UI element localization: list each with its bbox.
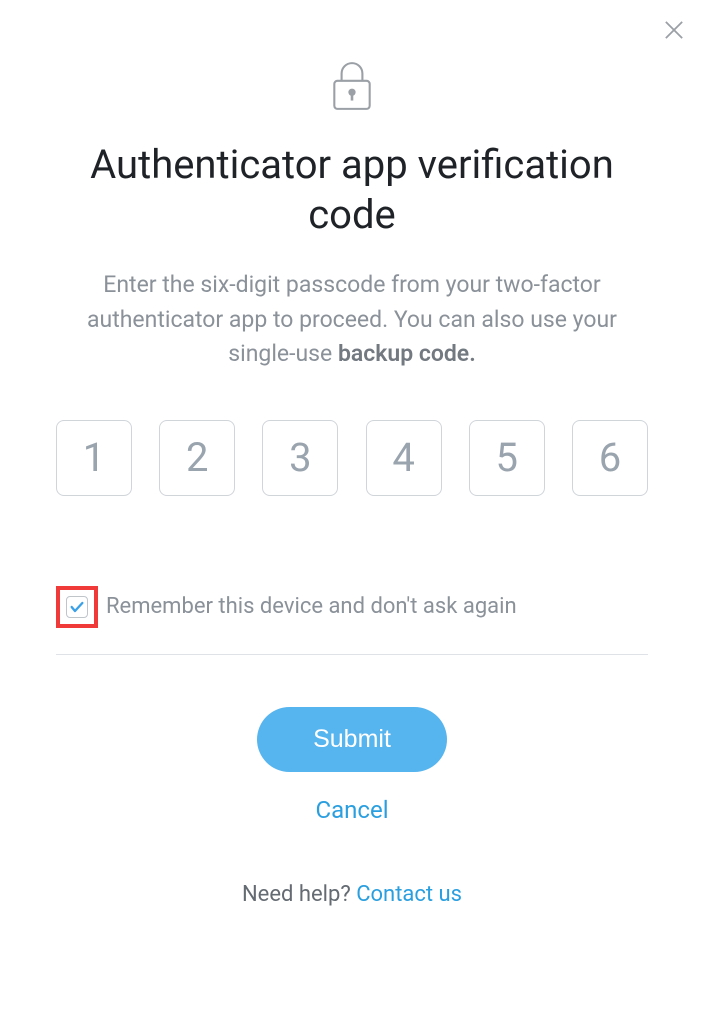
help-row: Need help? Contact us xyxy=(56,882,648,907)
help-prefix: Need help? xyxy=(242,882,356,907)
checkbox-highlight-box xyxy=(56,586,98,628)
code-input-3[interactable] xyxy=(262,420,338,496)
code-input-1[interactable] xyxy=(56,420,132,496)
close-button[interactable] xyxy=(660,16,688,44)
backup-code-link[interactable]: backup code. xyxy=(338,340,476,367)
remember-device-row: Remember this device and don't ask again xyxy=(56,586,648,628)
divider-line xyxy=(56,654,648,655)
cancel-link[interactable]: Cancel xyxy=(56,796,648,824)
page-title: Authenticator app verification code xyxy=(56,140,648,240)
code-input-2[interactable] xyxy=(159,420,235,496)
code-input-5[interactable] xyxy=(469,420,545,496)
lock-icon xyxy=(331,60,373,116)
contact-us-link[interactable]: Contact us xyxy=(356,882,462,907)
code-input-4[interactable] xyxy=(366,420,442,496)
submit-button[interactable]: Submit xyxy=(257,707,447,772)
code-input-6[interactable] xyxy=(572,420,648,496)
remember-device-checkbox[interactable] xyxy=(66,596,88,618)
remember-device-label: Remember this device and don't ask again xyxy=(106,594,517,619)
checkmark-icon xyxy=(69,599,85,615)
description-text: Enter the six-digit passcode from your t… xyxy=(56,268,648,372)
code-input-group xyxy=(56,420,648,496)
